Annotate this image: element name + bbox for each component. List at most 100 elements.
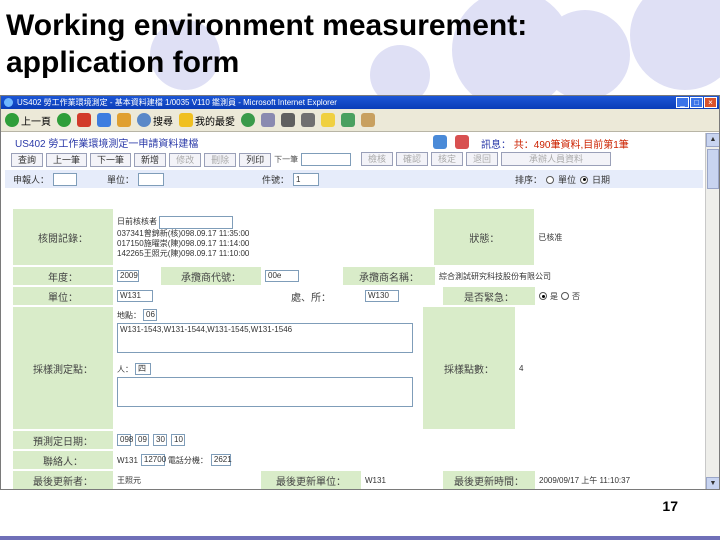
- delete-button[interactable]: 刪除: [204, 152, 237, 167]
- reviewer-field[interactable]: [159, 215, 233, 229]
- scroll-down-icon[interactable]: ▼: [706, 477, 719, 489]
- sort-radio-unit[interactable]: [546, 175, 555, 184]
- add-button[interactable]: 新增: [134, 152, 167, 167]
- slide-title-line1: Working environment measurement:: [6, 9, 528, 42]
- urgent-label: 是否緊急：: [443, 287, 535, 305]
- sort-label: 排序：: [515, 175, 543, 185]
- status-text: 共：490筆資料,目前第1筆: [513, 140, 629, 151]
- location-textarea[interactable]: W131-1543,W131-1544,W131-1545,W131-1546: [117, 323, 413, 353]
- nav-button-row: 查詢 上一筆 下一筆 新增 修改 刪除 列印 下一筆 檢核 確認 核定 退回 承…: [1, 151, 707, 168]
- close-button[interactable]: ×: [704, 97, 717, 108]
- sort-radio-date[interactable]: [580, 175, 589, 184]
- urgent-option-yes: 是: [550, 291, 558, 301]
- check-button[interactable]: 檢核: [361, 152, 394, 166]
- alert-icon[interactable]: [455, 135, 469, 149]
- prev-record-button[interactable]: 上一筆: [46, 152, 88, 167]
- edit-button[interactable]: 修改: [169, 152, 202, 167]
- scroll-thumb[interactable]: [707, 149, 719, 189]
- back-button[interactable]: 上一頁: [5, 113, 51, 128]
- person-field[interactable]: 四: [135, 363, 151, 375]
- app-title: US402 勞工作業環境測定一申請資料建檔: [15, 138, 199, 150]
- research-icon[interactable]: [361, 113, 375, 127]
- app-page: US402 勞工作業環境測定一申請資料建檔 訊息： 共：490筆資料,目前第1筆…: [1, 133, 707, 489]
- messenger-icon[interactable]: [341, 113, 355, 127]
- save-icon[interactable]: [433, 135, 447, 149]
- status-label: 訊息：: [481, 140, 511, 151]
- scroll-up-icon[interactable]: ▲: [706, 133, 719, 147]
- star-icon: [179, 113, 193, 127]
- browser-toolbar: 上一頁 搜尋 我的最愛: [1, 109, 719, 132]
- sort-option-unit: 單位: [558, 175, 577, 185]
- approve-button[interactable]: 核定: [431, 152, 464, 166]
- last-unit-value: W131: [361, 471, 443, 489]
- applicant-code-field[interactable]: 00e: [265, 270, 299, 282]
- last-time-value: 2009/09/17 上午 11:10:37: [535, 471, 695, 489]
- contractor-name-label: 承攬商名稱：: [343, 267, 435, 285]
- applicant-filter-label: 申報人：: [13, 174, 50, 185]
- spacer-cell: [273, 209, 435, 265]
- stop-icon[interactable]: [77, 113, 91, 127]
- refresh-icon[interactable]: [97, 113, 111, 127]
- search-button[interactable]: 搜尋: [137, 113, 173, 128]
- urgent-radio-no[interactable]: [561, 292, 569, 300]
- code-filter-field[interactable]: 1: [293, 172, 320, 186]
- filter-row: 申報人： 單位： 件號： 1 排序： 單位 日期: [5, 170, 703, 188]
- vertical-scrollbar[interactable]: ▲ ▼: [705, 133, 719, 489]
- folder-icon[interactable]: [321, 113, 335, 127]
- reviewer-label: 核閱記錄：: [13, 209, 113, 265]
- unit-field[interactable]: W131: [117, 290, 153, 302]
- minimize-button[interactable]: _: [676, 97, 689, 108]
- location-code-field[interactable]: 06: [143, 309, 157, 321]
- ext-label: 電話分機：: [167, 455, 208, 465]
- favorites-button[interactable]: 我的最愛: [179, 113, 235, 128]
- year-field[interactable]: 2009: [117, 270, 139, 282]
- urgent-radio-yes[interactable]: [539, 292, 547, 300]
- next-record-field[interactable]: [301, 153, 352, 166]
- date-year-field[interactable]: 098: [117, 434, 133, 446]
- unit-filter-field[interactable]: [138, 172, 165, 186]
- history-icon[interactable]: [241, 113, 255, 127]
- window-title: US402 勞工作業環境測定 - 基本資料建檔 1/0035 V110 鑑測員 …: [17, 98, 337, 107]
- decor-circle: [540, 10, 630, 100]
- dept-field[interactable]: W130: [365, 290, 399, 302]
- handler-data-button[interactable]: 承辦人員資料: [501, 152, 612, 166]
- confirm-button[interactable]: 確認: [396, 152, 429, 166]
- next-record-button[interactable]: 下一筆: [90, 152, 132, 167]
- date-day-field[interactable]: 30: [153, 434, 167, 446]
- unit-label: 單位：: [13, 287, 113, 305]
- reviewer-line: 142265王照元(陳)098.09.17 11:10:00: [117, 248, 250, 258]
- status-message: 訊息： 共：490筆資料,目前第1筆: [481, 136, 629, 151]
- urgent-options: 是 否: [535, 287, 695, 305]
- last-updater-label: 最後更新者：: [13, 471, 113, 489]
- favorites-label: 我的最愛: [195, 116, 235, 128]
- reviewer-header: 日前核核者: [117, 217, 157, 226]
- date-hour-field[interactable]: 10: [171, 434, 185, 446]
- forward-arrow-icon[interactable]: [57, 113, 71, 127]
- last-updater-value: 王照元: [113, 471, 261, 489]
- ext-field[interactable]: 2621: [210, 454, 232, 466]
- return-button[interactable]: 退回: [466, 152, 499, 166]
- maximize-button[interactable]: □: [690, 97, 703, 108]
- contact-value: W131: [117, 455, 138, 465]
- count-value: 4: [515, 307, 695, 429]
- location-sub-label: 地點：: [117, 310, 141, 320]
- mail-icon[interactable]: [261, 113, 275, 127]
- reviewer-line: 017150施曜崇(陳)098.09.17 11:14:00: [117, 238, 250, 248]
- edit-icon[interactable]: [301, 113, 315, 127]
- home-icon[interactable]: [117, 113, 131, 127]
- applicant-filter-field[interactable]: [53, 172, 78, 186]
- print-button[interactable]: 列印: [239, 152, 272, 167]
- ie-icon: [4, 98, 13, 107]
- contact-phone-field[interactable]: 12700: [140, 454, 166, 466]
- urgent-option-no: 否: [572, 291, 580, 301]
- query-button[interactable]: 查詢: [11, 152, 44, 167]
- print-icon[interactable]: [281, 113, 295, 127]
- year-label: 年度：: [13, 267, 113, 285]
- person-textarea[interactable]: [117, 377, 413, 407]
- browser-window: US402 勞工作業環境測定 - 基本資料建檔 1/0035 V110 鑑測員 …: [0, 95, 720, 490]
- contractor-name-value: 綜合測試研究科技股份有限公司: [435, 267, 695, 285]
- back-label: 上一頁: [21, 116, 51, 128]
- last-unit-label: 最後更新單位：: [261, 471, 361, 489]
- slide-title-line2: application form: [6, 45, 240, 79]
- date-month-field[interactable]: 09: [135, 434, 149, 446]
